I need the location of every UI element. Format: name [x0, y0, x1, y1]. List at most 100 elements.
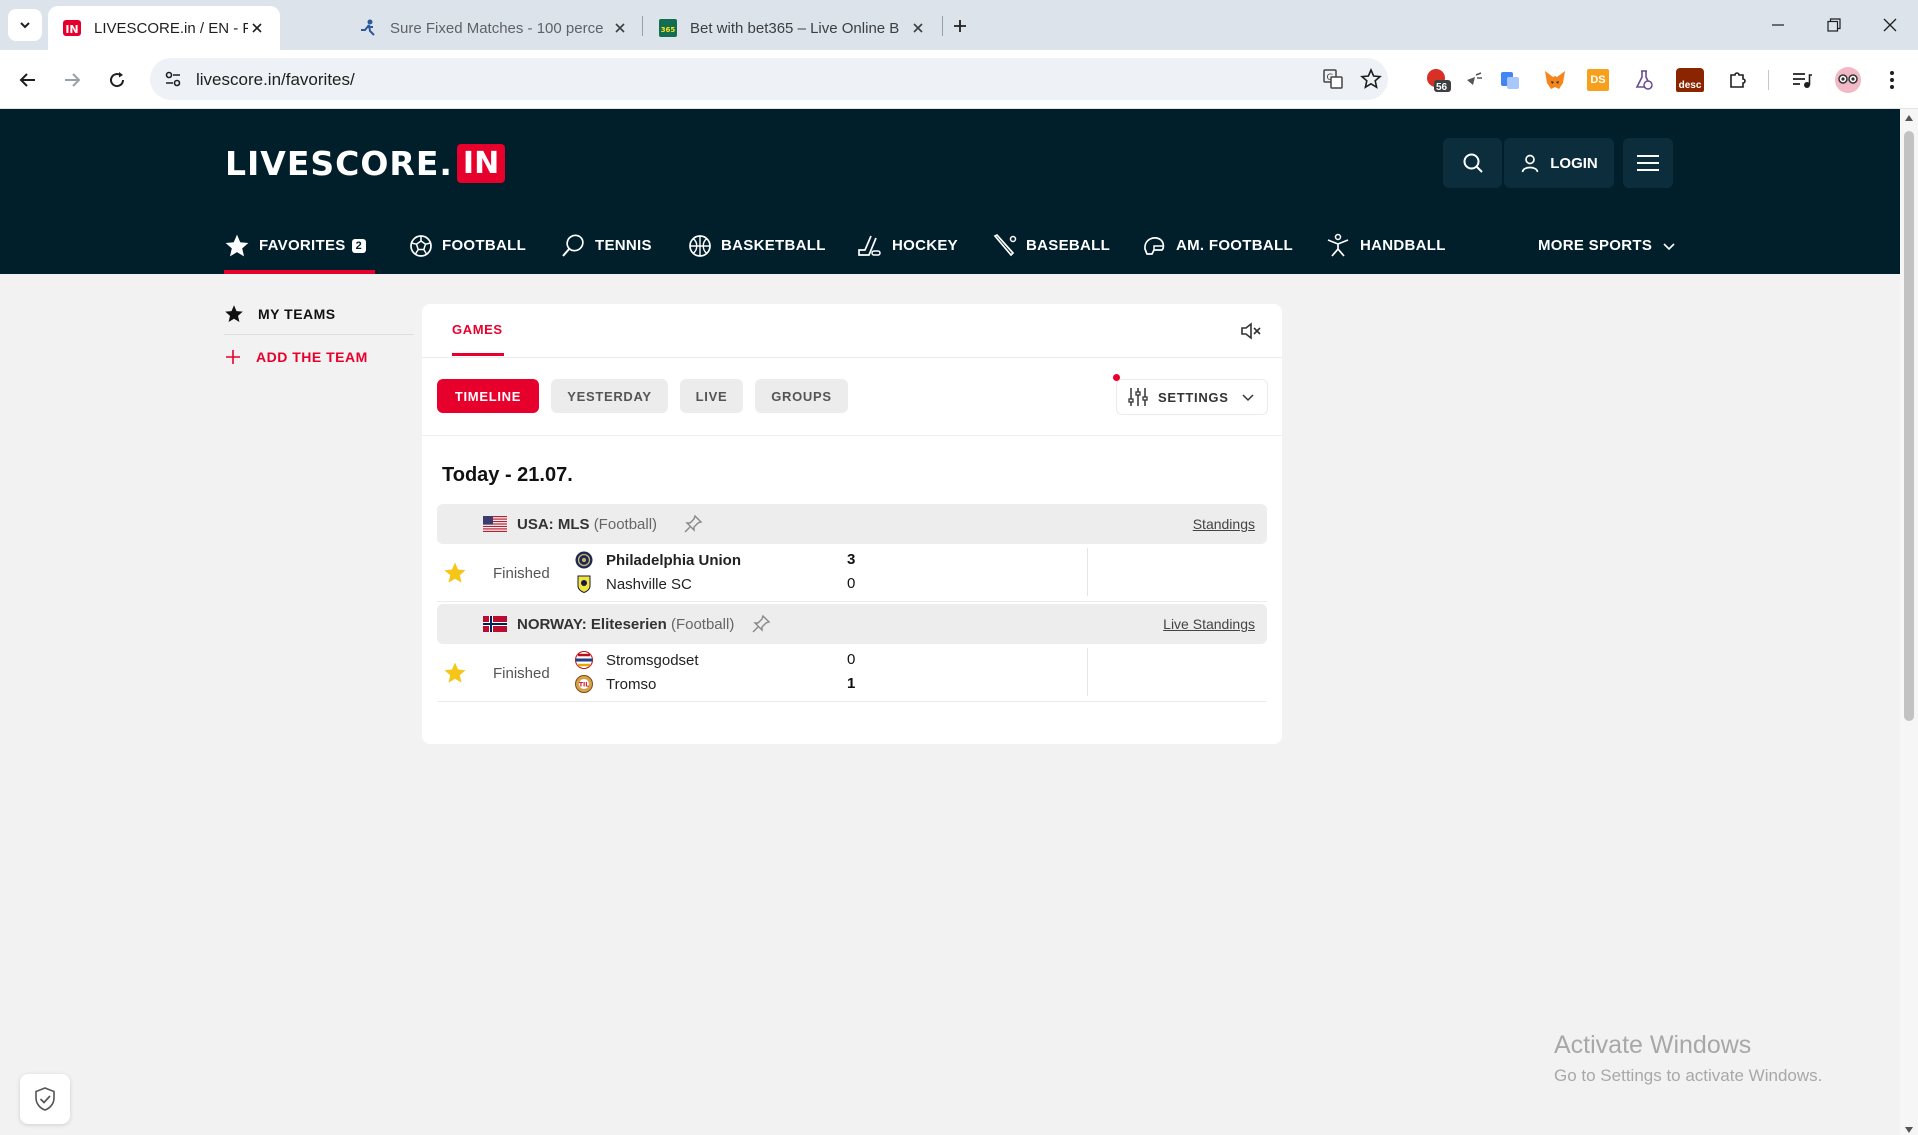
page-scrollbar[interactable]	[1900, 109, 1918, 1135]
extension-metamask-icon[interactable]	[1541, 66, 1569, 94]
nav-am-football-label: AM. FOOTBALL	[1176, 237, 1293, 254]
livescore-favicon-icon: IN	[63, 20, 81, 36]
pin-icon[interactable]	[751, 614, 771, 634]
live-standings-link[interactable]: Live Standings	[1163, 616, 1255, 632]
date-heading: Today - 21.07.	[442, 464, 573, 486]
sidebar-divider	[224, 334, 414, 335]
extension-cursor-icon[interactable]	[1460, 66, 1488, 94]
extension-counter-icon[interactable]: 56	[1424, 66, 1452, 94]
hamburger-menu-button[interactable]	[1623, 138, 1673, 188]
login-button[interactable]: LOGIN	[1504, 138, 1614, 188]
nav-tennis[interactable]: TENNIS	[560, 217, 652, 274]
tennis-racket-icon	[562, 233, 584, 257]
nav-favorites[interactable]: FAVORITES 2	[224, 217, 375, 274]
new-tab-button[interactable]	[946, 12, 974, 40]
forward-button[interactable]	[56, 64, 88, 96]
livescore-logo[interactable]: LIVESCORE. IN	[225, 141, 506, 185]
restore-button[interactable]	[1814, 10, 1854, 40]
nav-hockey[interactable]: HOCKEY	[857, 217, 958, 274]
tab-separator	[642, 16, 643, 36]
stromsgodset-crest-icon	[575, 651, 593, 669]
my-teams-item[interactable]: MY TEAMS	[224, 296, 414, 332]
nav-football[interactable]: FOOTBALL	[409, 217, 526, 274]
site-header: LIVESCORE. IN LOGIN FAVORITES 2 FOOTBALL…	[0, 109, 1900, 274]
nav-more-sports[interactable]: MORE SPORTS	[1538, 217, 1676, 274]
translate-icon[interactable]: G	[1322, 68, 1344, 90]
games-card: GAMES TIMELINE YESTERDAY LIVE GROUPS SET…	[422, 304, 1282, 744]
league-header-norway-eliteserien[interactable]: NORWAY: Eliteserien (Football) Live Stan…	[437, 604, 1267, 644]
filter-divider	[422, 435, 1282, 436]
scrollbar-thumb[interactable]	[1904, 131, 1914, 721]
address-bar[interactable]: livescore.in/favorites/ G	[150, 58, 1388, 100]
league-sport: (Football)	[670, 616, 735, 633]
nav-basketball[interactable]: BASKETBALL	[688, 217, 826, 274]
tab-bet365[interactable]: 365 Bet with bet365 – Live Online B	[644, 6, 942, 50]
kebab-menu-icon	[1890, 71, 1894, 89]
nav-am-football[interactable]: AM. FOOTBALL	[1141, 217, 1293, 274]
plus-icon	[226, 350, 240, 364]
extensions-puzzle-icon[interactable]	[1724, 66, 1752, 94]
match-column-divider	[1087, 548, 1088, 596]
match-status: Finished	[493, 565, 550, 582]
favorite-star-icon[interactable]	[443, 561, 467, 585]
nav-baseball[interactable]: BASEBALL	[991, 217, 1110, 274]
match-column-divider	[1087, 648, 1088, 696]
settings-label: SETTINGS	[1158, 389, 1229, 405]
card-divider	[422, 357, 1282, 358]
hockey-stick-icon	[858, 235, 881, 256]
tab-livescore[interactable]: IN LIVESCORE.in / EN - Favorites	[48, 6, 280, 50]
close-window-button[interactable]	[1870, 10, 1910, 40]
filter-timeline[interactable]: TIMELINE	[437, 379, 539, 413]
extension-google-translate-icon[interactable]	[1496, 66, 1524, 94]
browser-menu-button[interactable]	[1878, 66, 1906, 94]
league-header-usa-mls[interactable]: USA: MLS (Football) Standings	[437, 504, 1267, 544]
basketball-icon	[689, 234, 711, 257]
close-tab-icon[interactable]	[248, 18, 266, 38]
settings-dropdown[interactable]: SETTINGS	[1113, 374, 1268, 415]
tab-games[interactable]: GAMES	[452, 322, 503, 337]
tab-title: Bet with bet365 – Live Online B	[690, 19, 900, 37]
privacy-settings-button[interactable]	[20, 1074, 70, 1124]
profile-avatar[interactable]	[1834, 66, 1862, 94]
activate-windows-watermark: Activate Windows Go to Settings to activ…	[1554, 1031, 1822, 1086]
activate-windows-title: Activate Windows	[1554, 1031, 1752, 1059]
minimize-icon	[1772, 24, 1784, 26]
search-icon	[1463, 153, 1483, 173]
match-row[interactable]: Finished Stromsgodset TIL Tromso 0 1	[437, 644, 1267, 702]
add-team-button[interactable]: ADD THE TEAM	[224, 339, 414, 375]
extension-ds-icon[interactable]: DS	[1584, 66, 1612, 94]
nav-handball[interactable]: HANDBALL	[1325, 217, 1446, 274]
star-icon	[225, 234, 249, 256]
league-name: NORWAY: Eliteserien (Football)	[517, 616, 734, 633]
extension-flask-icon[interactable]	[1630, 66, 1658, 94]
filter-yesterday[interactable]: YESTERDAY	[551, 379, 668, 413]
nav-baseball-label: BASEBALL	[1026, 237, 1111, 254]
bookmark-star-icon[interactable]	[1360, 68, 1382, 90]
home-team: Philadelphia Union	[575, 548, 741, 572]
extension-desc-icon[interactable]: desc	[1676, 66, 1704, 94]
nashville-sc-crest-icon	[577, 575, 591, 593]
filter-live[interactable]: LIVE	[680, 379, 743, 413]
scroll-down-arrow-icon	[1905, 1127, 1913, 1133]
pin-icon[interactable]	[683, 514, 703, 534]
back-button[interactable]	[12, 64, 44, 96]
shield-check-icon	[35, 1087, 55, 1111]
mute-button[interactable]	[1240, 320, 1262, 342]
tab-search-button[interactable]	[8, 9, 42, 41]
toolbar-separator	[1768, 70, 1769, 90]
minimize-button[interactable]	[1758, 10, 1798, 40]
close-tab-icon[interactable]	[908, 18, 928, 38]
tab-sure-fixed[interactable]: Sure Fixed Matches - 100 perce	[344, 6, 644, 50]
site-settings-icon[interactable]	[164, 70, 182, 88]
standings-link[interactable]: Standings	[1193, 516, 1255, 532]
search-button[interactable]	[1443, 138, 1502, 188]
runner-favicon-icon	[361, 19, 375, 36]
desc-badge: desc	[1676, 68, 1704, 92]
extension-counter-badge: 56	[1436, 82, 1448, 93]
reload-button[interactable]	[101, 64, 133, 96]
media-controls-icon[interactable]	[1788, 66, 1816, 94]
favorite-star-icon[interactable]	[443, 661, 467, 685]
close-tab-icon[interactable]	[610, 18, 630, 38]
match-row[interactable]: Finished Philadelphia Union Nashville SC…	[437, 544, 1267, 602]
filter-groups[interactable]: GROUPS	[755, 379, 848, 413]
